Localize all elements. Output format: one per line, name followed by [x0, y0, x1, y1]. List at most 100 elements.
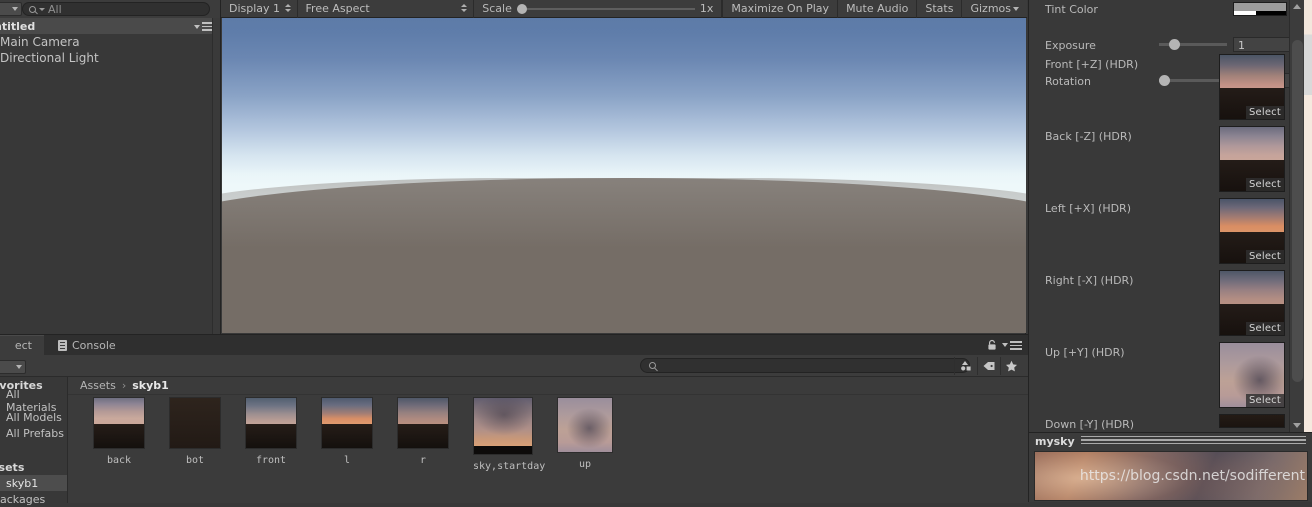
- tint-color-swatch[interactable]: [1233, 2, 1287, 16]
- asset-item-back[interactable]: back: [93, 397, 145, 503]
- thumb-sky: [94, 398, 144, 424]
- asset-item-r[interactable]: r: [397, 397, 449, 503]
- breadcrumb-current[interactable]: skyb1: [132, 379, 169, 392]
- scene-context-menu-button[interactable]: [194, 22, 214, 33]
- asset-label: sky,startday: [473, 461, 546, 472]
- scale-slider-knob[interactable]: [516, 3, 527, 14]
- chevron-down-icon: [194, 25, 200, 30]
- texture-preview-right[interactable]: Select: [1219, 270, 1285, 336]
- texture-select-button[interactable]: Select: [1245, 178, 1284, 191]
- texture-thumb: [1220, 271, 1284, 305]
- project-context-menu-button[interactable]: [1002, 341, 1022, 350]
- project-folder-tree: avorites All Materials All Models All Pr…: [0, 377, 67, 506]
- thumb-sky: [170, 398, 220, 448]
- texture-select-button[interactable]: Select: [1245, 250, 1284, 263]
- exposure-row: Exposure 1: [1029, 36, 1312, 54]
- thumb-sky: [558, 398, 612, 452]
- texture-select-button[interactable]: Select: [1245, 322, 1284, 335]
- display-dropdown[interactable]: Display 1: [221, 0, 298, 18]
- exposure-slider[interactable]: [1159, 39, 1227, 50]
- thumb-ground: [246, 424, 296, 448]
- preview-panel: mysky https://blog.csdn.net/sodifferent: [1028, 432, 1312, 502]
- texture-preview-up[interactable]: Select: [1219, 342, 1285, 408]
- asset-thumbnail: [169, 397, 221, 449]
- breadcrumb: Assets › skyb1: [68, 377, 1028, 395]
- folder-skyb1[interactable]: skyb1: [0, 475, 67, 491]
- asset-item-up[interactable]: up: [557, 397, 613, 503]
- texture-preview-back[interactable]: Select: [1219, 126, 1285, 192]
- scene-row[interactable]: ntitled: [0, 18, 220, 34]
- gizmos-dropdown[interactable]: Gizmos: [961, 0, 1027, 18]
- texture-slot-back: Back [-Z] (HDR) Select: [1029, 126, 1312, 198]
- favorite-all-materials[interactable]: All Materials: [0, 388, 67, 414]
- project-asset-browser: Assets › skyb1 back bot front l r sky,st…: [67, 377, 1028, 503]
- inspector-scrollbar[interactable]: [1289, 0, 1304, 432]
- exposure-slider-knob[interactable]: [1169, 39, 1180, 50]
- exposure-label: Exposure: [1045, 38, 1096, 52]
- texture-label: Left [+X] (HDR): [1045, 202, 1131, 215]
- maximize-on-play-toggle[interactable]: Maximize On Play: [722, 0, 837, 18]
- tab-project-label: ect: [14, 339, 32, 352]
- hierarchy-scrollbar[interactable]: [212, 18, 220, 334]
- texture-select-button[interactable]: Select: [1245, 394, 1284, 407]
- favorite-all-models[interactable]: All Models: [0, 409, 67, 425]
- texture-preview-down[interactable]: [1219, 414, 1285, 428]
- search-icon: [649, 362, 656, 369]
- chevron-right-icon: ›: [121, 379, 127, 392]
- favorite-all-prefabs[interactable]: All Prefabs: [0, 425, 67, 441]
- ground-shading: [222, 178, 1026, 248]
- assets-header: ssets: [0, 460, 25, 474]
- stats-toggle[interactable]: Stats: [916, 0, 961, 18]
- asset-item-bot[interactable]: bot: [169, 397, 221, 503]
- scroll-up-arrow-icon[interactable]: [1293, 4, 1301, 9]
- tab-project[interactable]: ect: [0, 335, 44, 355]
- thumb-ground: [474, 446, 532, 454]
- texture-label: Right [-X] (HDR): [1045, 274, 1134, 287]
- mute-audio-toggle[interactable]: Mute Audio: [837, 0, 916, 18]
- favorite-label: All Models: [6, 410, 62, 424]
- preview-header[interactable]: mysky: [1029, 433, 1312, 449]
- updown-arrows-icon: [284, 3, 291, 12]
- asset-item-l[interactable]: l: [321, 397, 373, 503]
- texture-preview-front[interactable]: Select: [1219, 54, 1285, 120]
- hierarchy-item-label: Directional Light: [0, 51, 99, 65]
- filter-by-label-button[interactable]: [977, 357, 999, 375]
- folder-label: skyb1: [6, 476, 39, 490]
- hamburger-icon: [1010, 341, 1022, 350]
- texture-label: Up [+Y] (HDR): [1045, 346, 1125, 359]
- updown-arrows-icon: [461, 3, 468, 12]
- tint-color-label: Tint Color: [1045, 2, 1098, 16]
- lock-icon[interactable]: [986, 339, 998, 351]
- preview-title: mysky: [1035, 434, 1075, 448]
- texture-preview-left[interactable]: Select: [1219, 198, 1285, 264]
- favorites-star-button[interactable]: [1000, 357, 1022, 375]
- asset-item-front[interactable]: front: [245, 397, 297, 503]
- project-panel: ect Console vorites All Materials All Mo…: [0, 334, 1028, 506]
- window-edge-strip: [1304, 0, 1312, 432]
- create-dropdown-button[interactable]: [0, 2, 22, 16]
- scroll-down-arrow-icon[interactable]: [1293, 423, 1301, 428]
- texture-select-button[interactable]: Select: [1245, 106, 1284, 119]
- scale-value: 1x: [699, 2, 714, 15]
- scale-slider[interactable]: [516, 3, 695, 14]
- hierarchy-item-label: Main Camera: [0, 35, 80, 49]
- game-view-panel: Display 1 Free Aspect Scale 1x Maximize …: [220, 0, 1027, 334]
- breadcrumb-root[interactable]: Assets: [80, 379, 116, 392]
- asset-item-sky-startday[interactable]: sky,startday: [473, 397, 546, 503]
- hierarchy-item-directional-light[interactable]: Directional Light: [0, 50, 212, 66]
- filter-by-type-button[interactable]: [954, 357, 976, 375]
- thumb-sky: [322, 398, 372, 424]
- folder-packages[interactable]: ackages: [0, 491, 67, 507]
- tab-console[interactable]: Console: [46, 335, 128, 355]
- thumb-sky: [474, 398, 532, 447]
- scrollbar-thumb[interactable]: [1292, 40, 1303, 382]
- game-view-render[interactable]: [222, 18, 1026, 333]
- scale-slider-group[interactable]: Scale 1x: [474, 0, 723, 18]
- hierarchy-item-main-camera[interactable]: Main Camera: [0, 34, 212, 50]
- project-search-input[interactable]: [640, 358, 970, 373]
- aspect-dropdown[interactable]: Free Aspect: [298, 0, 475, 18]
- texture-slot-front: Front [+Z] (HDR) Select: [1029, 54, 1312, 126]
- asset-label: front: [255, 455, 287, 466]
- hierarchy-search-input[interactable]: All: [22, 2, 210, 16]
- project-create-dropdown[interactable]: [0, 360, 26, 374]
